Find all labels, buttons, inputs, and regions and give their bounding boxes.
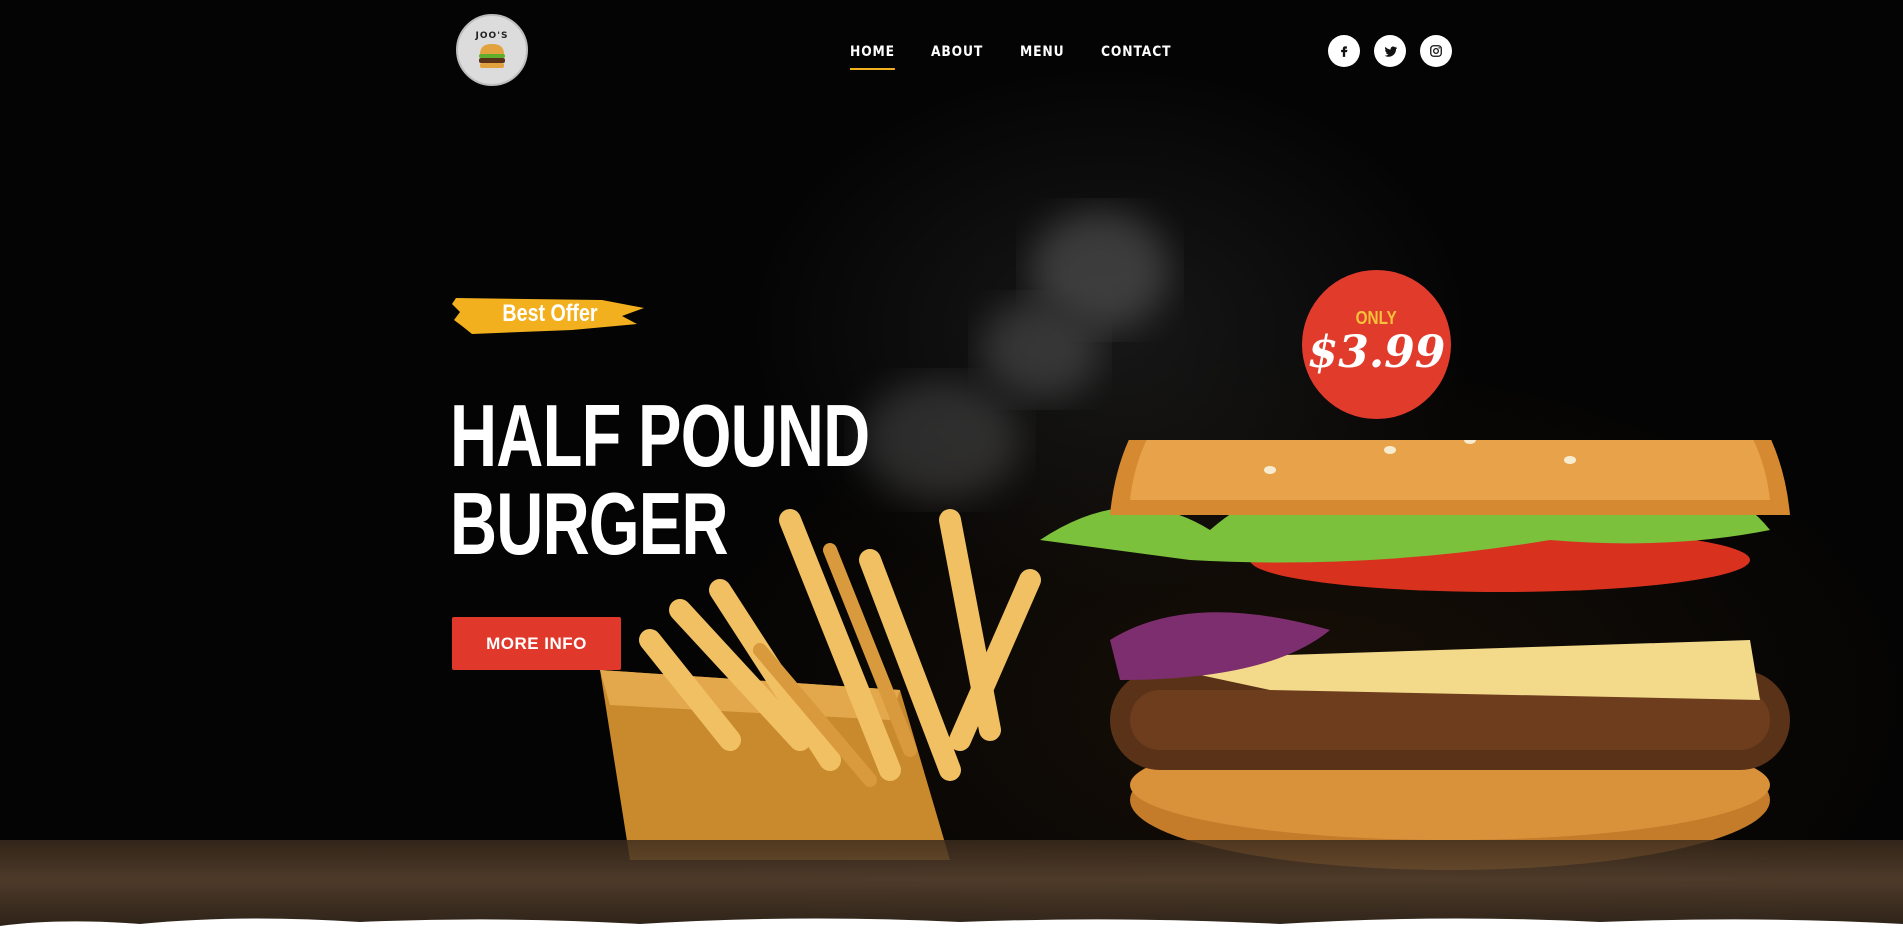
hero-title-line1: HALF POUND <box>450 386 870 485</box>
nav-home[interactable]: HOME <box>850 44 896 72</box>
logo-text: JOO'S <box>475 31 509 41</box>
burger-icon <box>479 44 505 68</box>
nav-menu[interactable]: MENU <box>1020 44 1065 72</box>
nav-contact[interactable]: CONTACT <box>1101 44 1171 72</box>
twitter-icon <box>1384 45 1397 57</box>
facebook-link[interactable] <box>1328 35 1360 67</box>
facebook-icon <box>1341 46 1348 57</box>
main-nav: HOME ABOUT MENU CONTACT <box>850 44 1181 72</box>
instagram-icon <box>1430 45 1442 57</box>
price-label: ONLY <box>1355 307 1398 328</box>
brand-logo[interactable]: JOO'S <box>456 14 528 86</box>
social-links <box>1328 35 1452 67</box>
instagram-link[interactable] <box>1420 35 1452 67</box>
price-value: $3.99 <box>1307 326 1446 378</box>
hero-title-line2: BURGER <box>450 474 729 573</box>
hero-title: HALF POUND BURGER <box>450 386 870 573</box>
nav-about[interactable]: ABOUT <box>931 44 983 72</box>
brush-stroke-divider <box>0 918 1903 940</box>
twitter-link[interactable] <box>1374 35 1406 67</box>
price-badge: ONLY $3.99 <box>1302 270 1451 419</box>
more-info-button[interactable]: MORE INFO <box>452 617 621 670</box>
badge-label: Best Offer <box>502 300 598 327</box>
best-offer-badge: Best Offer <box>452 290 648 338</box>
